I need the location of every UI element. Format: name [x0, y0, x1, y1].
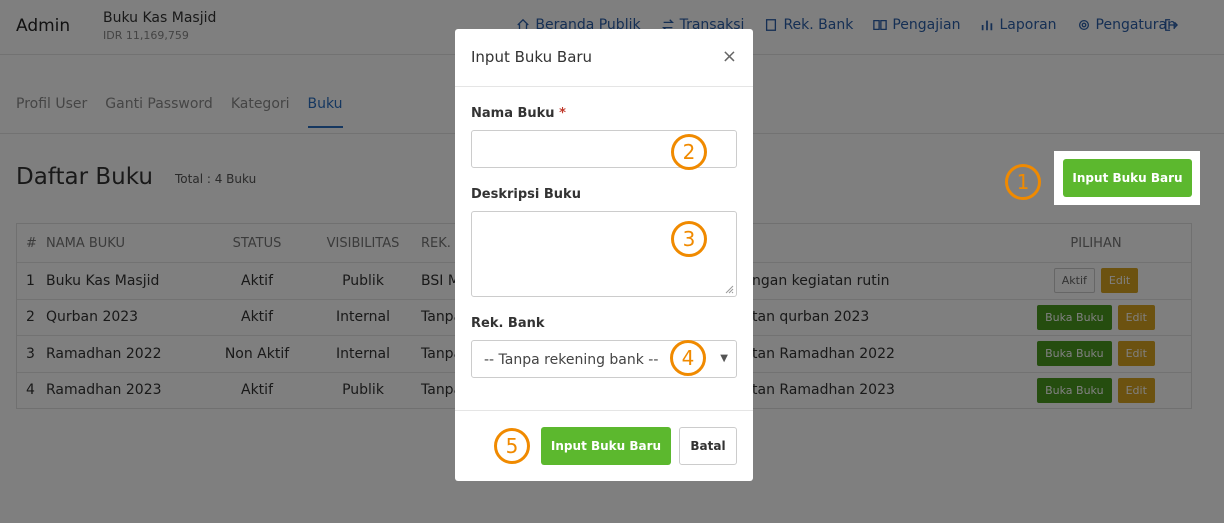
close-icon[interactable]: × [722, 46, 737, 67]
required-mark: * [559, 106, 566, 121]
modal-title: Input Buku Baru [471, 48, 593, 66]
chevron-down-icon: ▼ [720, 353, 728, 364]
resize-handle-icon[interactable] [725, 285, 734, 294]
new-book-modal: Input Buku Baru × Nama Buku * Deskripsi … [455, 29, 753, 481]
step-marker-5: 5 [494, 428, 530, 464]
step-marker-1: 1 [1005, 164, 1041, 200]
bank-select-value: -- Tanpa rekening bank -- [484, 352, 659, 368]
input-new-book-button[interactable]: Input Buku Baru [1063, 159, 1192, 197]
submit-button[interactable]: Input Buku Baru [541, 427, 671, 465]
cancel-button[interactable]: Batal [679, 427, 737, 465]
step-marker-4: 4 [670, 340, 706, 376]
highlight-box: Input Buku Baru [1054, 151, 1200, 205]
bank-label: Rek. Bank [471, 316, 545, 331]
book-description-label: Deskripsi Buku [471, 187, 581, 202]
step-marker-2: 2 [671, 134, 707, 170]
book-name-label: Nama Buku * [471, 106, 566, 121]
book-name-label-text: Nama Buku [471, 106, 555, 121]
modal-footer-divider [455, 410, 753, 411]
modal-header: Input Buku Baru × [455, 29, 753, 87]
step-marker-3: 3 [671, 221, 707, 257]
